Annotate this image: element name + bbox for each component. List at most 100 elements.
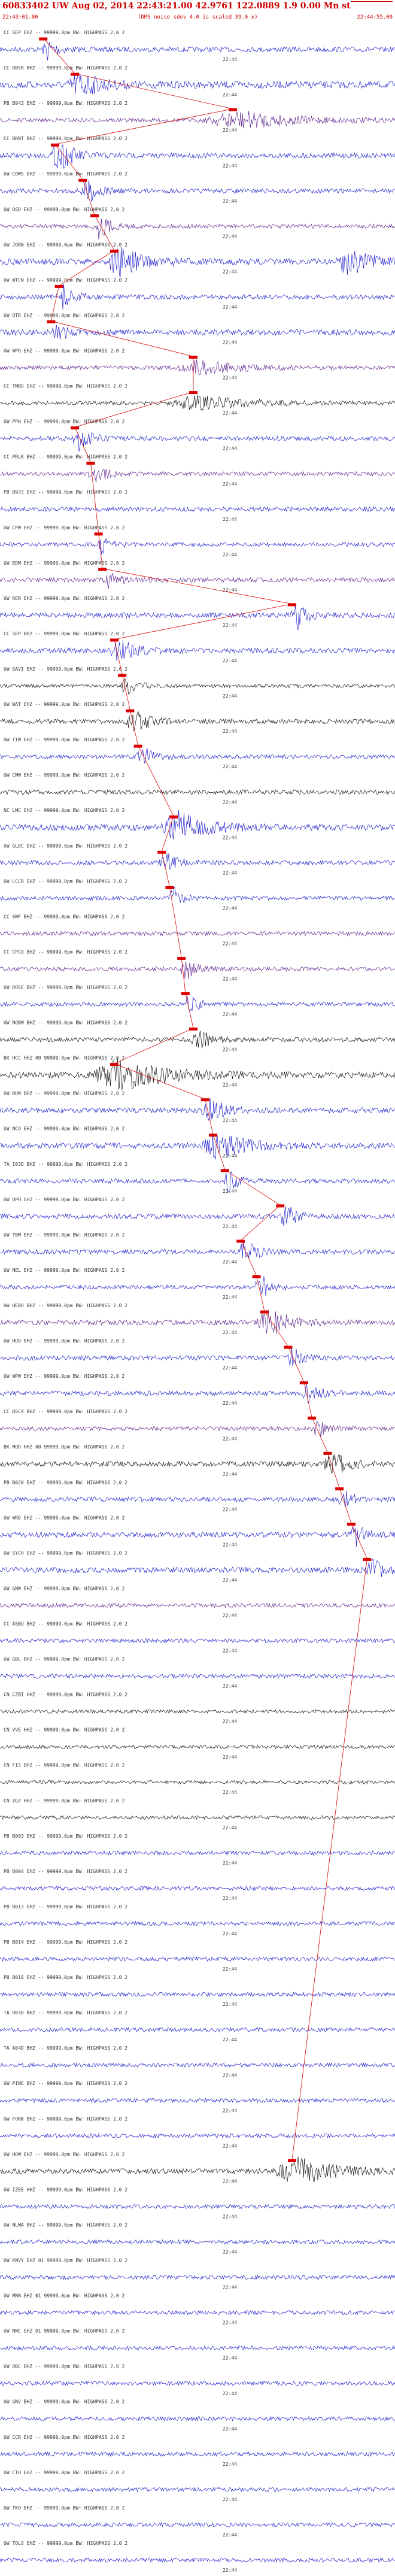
station-label: PB B018 EHZ -- 99999.0pm BW: HIGHPASS 2.… (4, 1975, 127, 1980)
waveform (0, 1815, 395, 1820)
station-label: CC OBSR BHZ -- 99999.0pm BW: HIGHPASS 2.… (4, 65, 127, 71)
station-label: UW CMW EHZ -- 99999.0pm BW: HIGHPASS 2.0… (4, 772, 124, 778)
time-tick-label: 22:44 (223, 375, 237, 381)
station-trace-row: UW EDM EHZ -- 99999.0pm BW: HIGHPASS 2.0… (0, 560, 395, 593)
station-trace-row: TA I03D BHZ -- 99999.0pm BW: HIGHPASS 2.… (0, 1162, 395, 1194)
station-label: CC TMBU EHZ -- 99999.0pm BW: HIGHPASS 2.… (4, 384, 127, 389)
seismogram-traces: CC SEP EHZ -- 99999.0pm BW: HIGHPASS 2.0… (0, 30, 395, 2573)
station-trace-row: UW GNW EHZ -- 99999.0pm BW: HIGHPASS 2.0… (0, 1586, 395, 1619)
waveform (0, 2486, 395, 2493)
waveform (0, 2557, 395, 2563)
waveform (0, 219, 395, 240)
station-label: UW LCCR EHZ -- 99999.0pm BW: HIGHPASS 2.… (4, 878, 127, 884)
time-tick-label: 22:44 (223, 2426, 237, 2432)
time-tick-label: 22:44 (223, 2356, 237, 2361)
time-tick-label: 22:44 (223, 1684, 237, 1689)
time-tick-label: 22:44 (223, 2214, 237, 2219)
station-trace-row: CC SEP EHZ -- 99999.0pm BW: HIGHPASS 2.0… (0, 30, 395, 62)
station-label: UW SAVI EHZ -- 99999.0pm BW: HIGHPASS 2.… (4, 666, 127, 672)
waveform (0, 395, 395, 411)
time-tick-label: 22:44 (223, 623, 237, 628)
time-tick-label: 22:44 (223, 1542, 237, 1547)
waveform (0, 1383, 395, 1404)
station-trace-row: UW TKO EHZ -- 99999.0pm BW: HIGHPASS 2.0… (0, 2505, 395, 2538)
station-trace-row: UW KNVY EHZ 01 99999.0pm BW: HIGHPASS 2.… (0, 2258, 395, 2290)
station-trace-row: PB B020 EHZ -- 99999.0pm BW: HIGHPASS 2.… (0, 1480, 395, 1512)
station-trace-row: UW IZEE HHZ -- 99999.0pm BW: HIGHPASS 2.… (0, 2187, 395, 2219)
station-trace-row: UW GNV BHZ -- 99999.0pm BW: HIGHPASS 2.0… (0, 2399, 395, 2432)
station-trace-row: CC SWF BHZ -- 99999.0pm BW: HIGHPASS 2.0… (0, 914, 395, 946)
waveform (0, 1673, 395, 1679)
waveform (0, 1031, 395, 1048)
time-tick-label: 22:44 (223, 1012, 237, 1017)
waveform (0, 247, 395, 278)
phase-pick-marker (276, 1204, 285, 1208)
station-trace-row: PB B014 EHZ -- 99999.0pm BW: HIGHPASS 2.… (0, 1939, 395, 1972)
station-trace-row: UW CCR EHZ -- 99999.0pm BW: HIGHPASS 2.0… (0, 2435, 395, 2467)
station-label: UW WPO EHZ -- 99999.0pm BW: HIGHPASS 2.0… (4, 348, 124, 354)
station-label: UW WPW EHZ -- 99999.0pm BW: HIGHPASS 2.0… (4, 1374, 124, 1379)
station-trace-row: UW NOBM BHZ -- 99999.0pm BW: HIGHPASS 2.… (0, 1020, 395, 1053)
station-label: CC SWF BHZ -- 99999.0pm BW: HIGHPASS 2.0… (4, 914, 124, 919)
time-tick-label: 22:44 (223, 1790, 237, 1795)
station-trace-row: UW HEBO BHZ -- 99999.0pm BW: HIGHPASS 2.… (0, 1303, 395, 1335)
station-label: UW DOSE BHZ -- 99999.0pm BW: HIGHPASS 2.… (4, 985, 127, 990)
waveform (0, 853, 395, 870)
waveform (0, 1559, 395, 1577)
station-label: CC ASBU BHZ -- 99999.0pm BW: HIGHPASS 2.… (4, 1622, 127, 1627)
time-tick-label: 22:44 (223, 2072, 237, 2078)
waveform (0, 1886, 395, 1891)
time-tick-label: 22:44 (223, 1471, 237, 1477)
station-label: UW GLDC EHZ -- 99999.0pm BW: HIGHPASS 2.… (4, 843, 127, 848)
station-label: NC LMC EHZ -- 99999.0pm BW: HIGHPASS 2.0… (4, 808, 124, 813)
station-label: UW WRD EHZ -- 99999.0pm BW: HIGHPASS 2.0… (4, 1515, 124, 1520)
station-trace-row: CN VGZ HHZ -- 99999.0pm BW: HIGHPASS 2.0… (0, 1798, 395, 1831)
time-tick-label: 22:44 (223, 1966, 237, 1972)
waveform (0, 640, 395, 662)
time-tick-label: 22:44 (223, 693, 237, 699)
station-label: UW OTR EHZ -- 99999.0pm BW: HIGHPASS 2.0… (4, 313, 124, 318)
time-tick-label: 22:44 (223, 1860, 237, 1866)
station-label: UW NCO EHZ -- 99999.0pm BW: HIGHPASS 2.0… (4, 1126, 124, 1132)
time-tick-label: 22:44 (223, 1295, 237, 1300)
waveform (0, 1920, 395, 1927)
station-trace-row: CC TMBU EHZ -- 99999.0pm BW: HIGHPASS 2.… (0, 384, 395, 416)
station-trace-row: CN CZBI HHZ -- 99999.0pm BW: HIGHPASS 2.… (0, 1692, 395, 1725)
station-trace-row: UW NCO EHZ -- 99999.0pm BW: HIGHPASS 2.0… (0, 1126, 395, 1160)
station-label: UW JORN EHZ -- 99999.0pm BW: HIGHPASS 2.… (4, 242, 127, 247)
station-label: CN VGZ HHZ -- 99999.0pm BW: HIGHPASS 2.0… (4, 1798, 124, 1804)
waveform (0, 111, 395, 129)
station-label: CN CZBI HHZ -- 99999.0pm BW: HIGHPASS 2.… (4, 1692, 127, 1698)
station-label: UW COWS EHZ -- 99999.0pm BW: HIGHPASS 2.… (4, 171, 127, 177)
waveform (0, 2156, 395, 2183)
station-label: UW EDM EHZ -- 99999.0pm BW: HIGHPASS 2.0… (4, 560, 124, 566)
station-trace-row: PB B933 EHZ -- 99999.0pm BW: HIGHPASS 2.… (0, 490, 395, 522)
time-tick-label: 22:44 (223, 1896, 237, 1901)
station-trace-row: UW OTR EHZ -- 99999.0pm BW: HIGHPASS 2.0… (0, 313, 395, 346)
station-label: BK HCC HHZ 00 99999.0pm BW: HIGHPASS 2.0… (4, 1056, 124, 1061)
station-trace-row: UW DOSE BHZ -- 99999.0pm BW: HIGHPASS 2.… (0, 985, 395, 1017)
waveform (0, 359, 395, 375)
waveform (0, 2345, 395, 2351)
time-tick-label: 22:44 (223, 870, 237, 875)
header-corner-rule (351, 1, 393, 11)
station-trace-row: NC LMC EHZ -- 99999.0pm BW: HIGHPASS 2.0… (0, 808, 395, 840)
station-label: UW PPH EHZ -- 99999.0pm BW: HIGHPASS 2.0… (4, 419, 124, 425)
station-label: UW TBM EHZ -- 99999.0pm BW: HIGHPASS 2.0… (4, 1232, 124, 1238)
station-trace-row: PB B018 EHZ -- 99999.0pm BW: HIGHPASS 2.… (0, 1975, 395, 2007)
station-label: TA A04D BHZ -- 99999.0pm BW: HIGHPASS 2.… (4, 2045, 127, 2051)
waveform (0, 538, 395, 555)
station-trace-row: UW WPO EHZ -- 99999.0pm BW: HIGHPASS 2.0… (0, 348, 395, 381)
time-tick-label: 22:44 (223, 1648, 237, 1654)
station-trace-row: PB B003 EHZ -- 99999.0pm BW: HIGHPASS 2.… (0, 1833, 395, 1866)
waveform (0, 1171, 395, 1192)
station-trace-row: UW TBM EHZ -- 99999.0pm BW: HIGHPASS 2.0… (0, 1232, 395, 1265)
station-trace-row: UW COWS EHZ -- 99999.0pm BW: HIGHPASS 2.… (0, 171, 395, 204)
station-label: UW HEBO BHZ -- 99999.0pm BW: HIGHPASS 2.… (4, 1303, 127, 1308)
time-tick-label: 22:44 (223, 517, 237, 522)
waveform (0, 468, 395, 483)
time-tick-label: 22:44 (223, 658, 237, 663)
time-tick-label: 22:44 (223, 2037, 237, 2042)
time-tick-label: 22:44 (223, 1931, 237, 1936)
scale-note: (DMS noise sdev 4.0 is scaled 39.0 x) (138, 14, 258, 20)
